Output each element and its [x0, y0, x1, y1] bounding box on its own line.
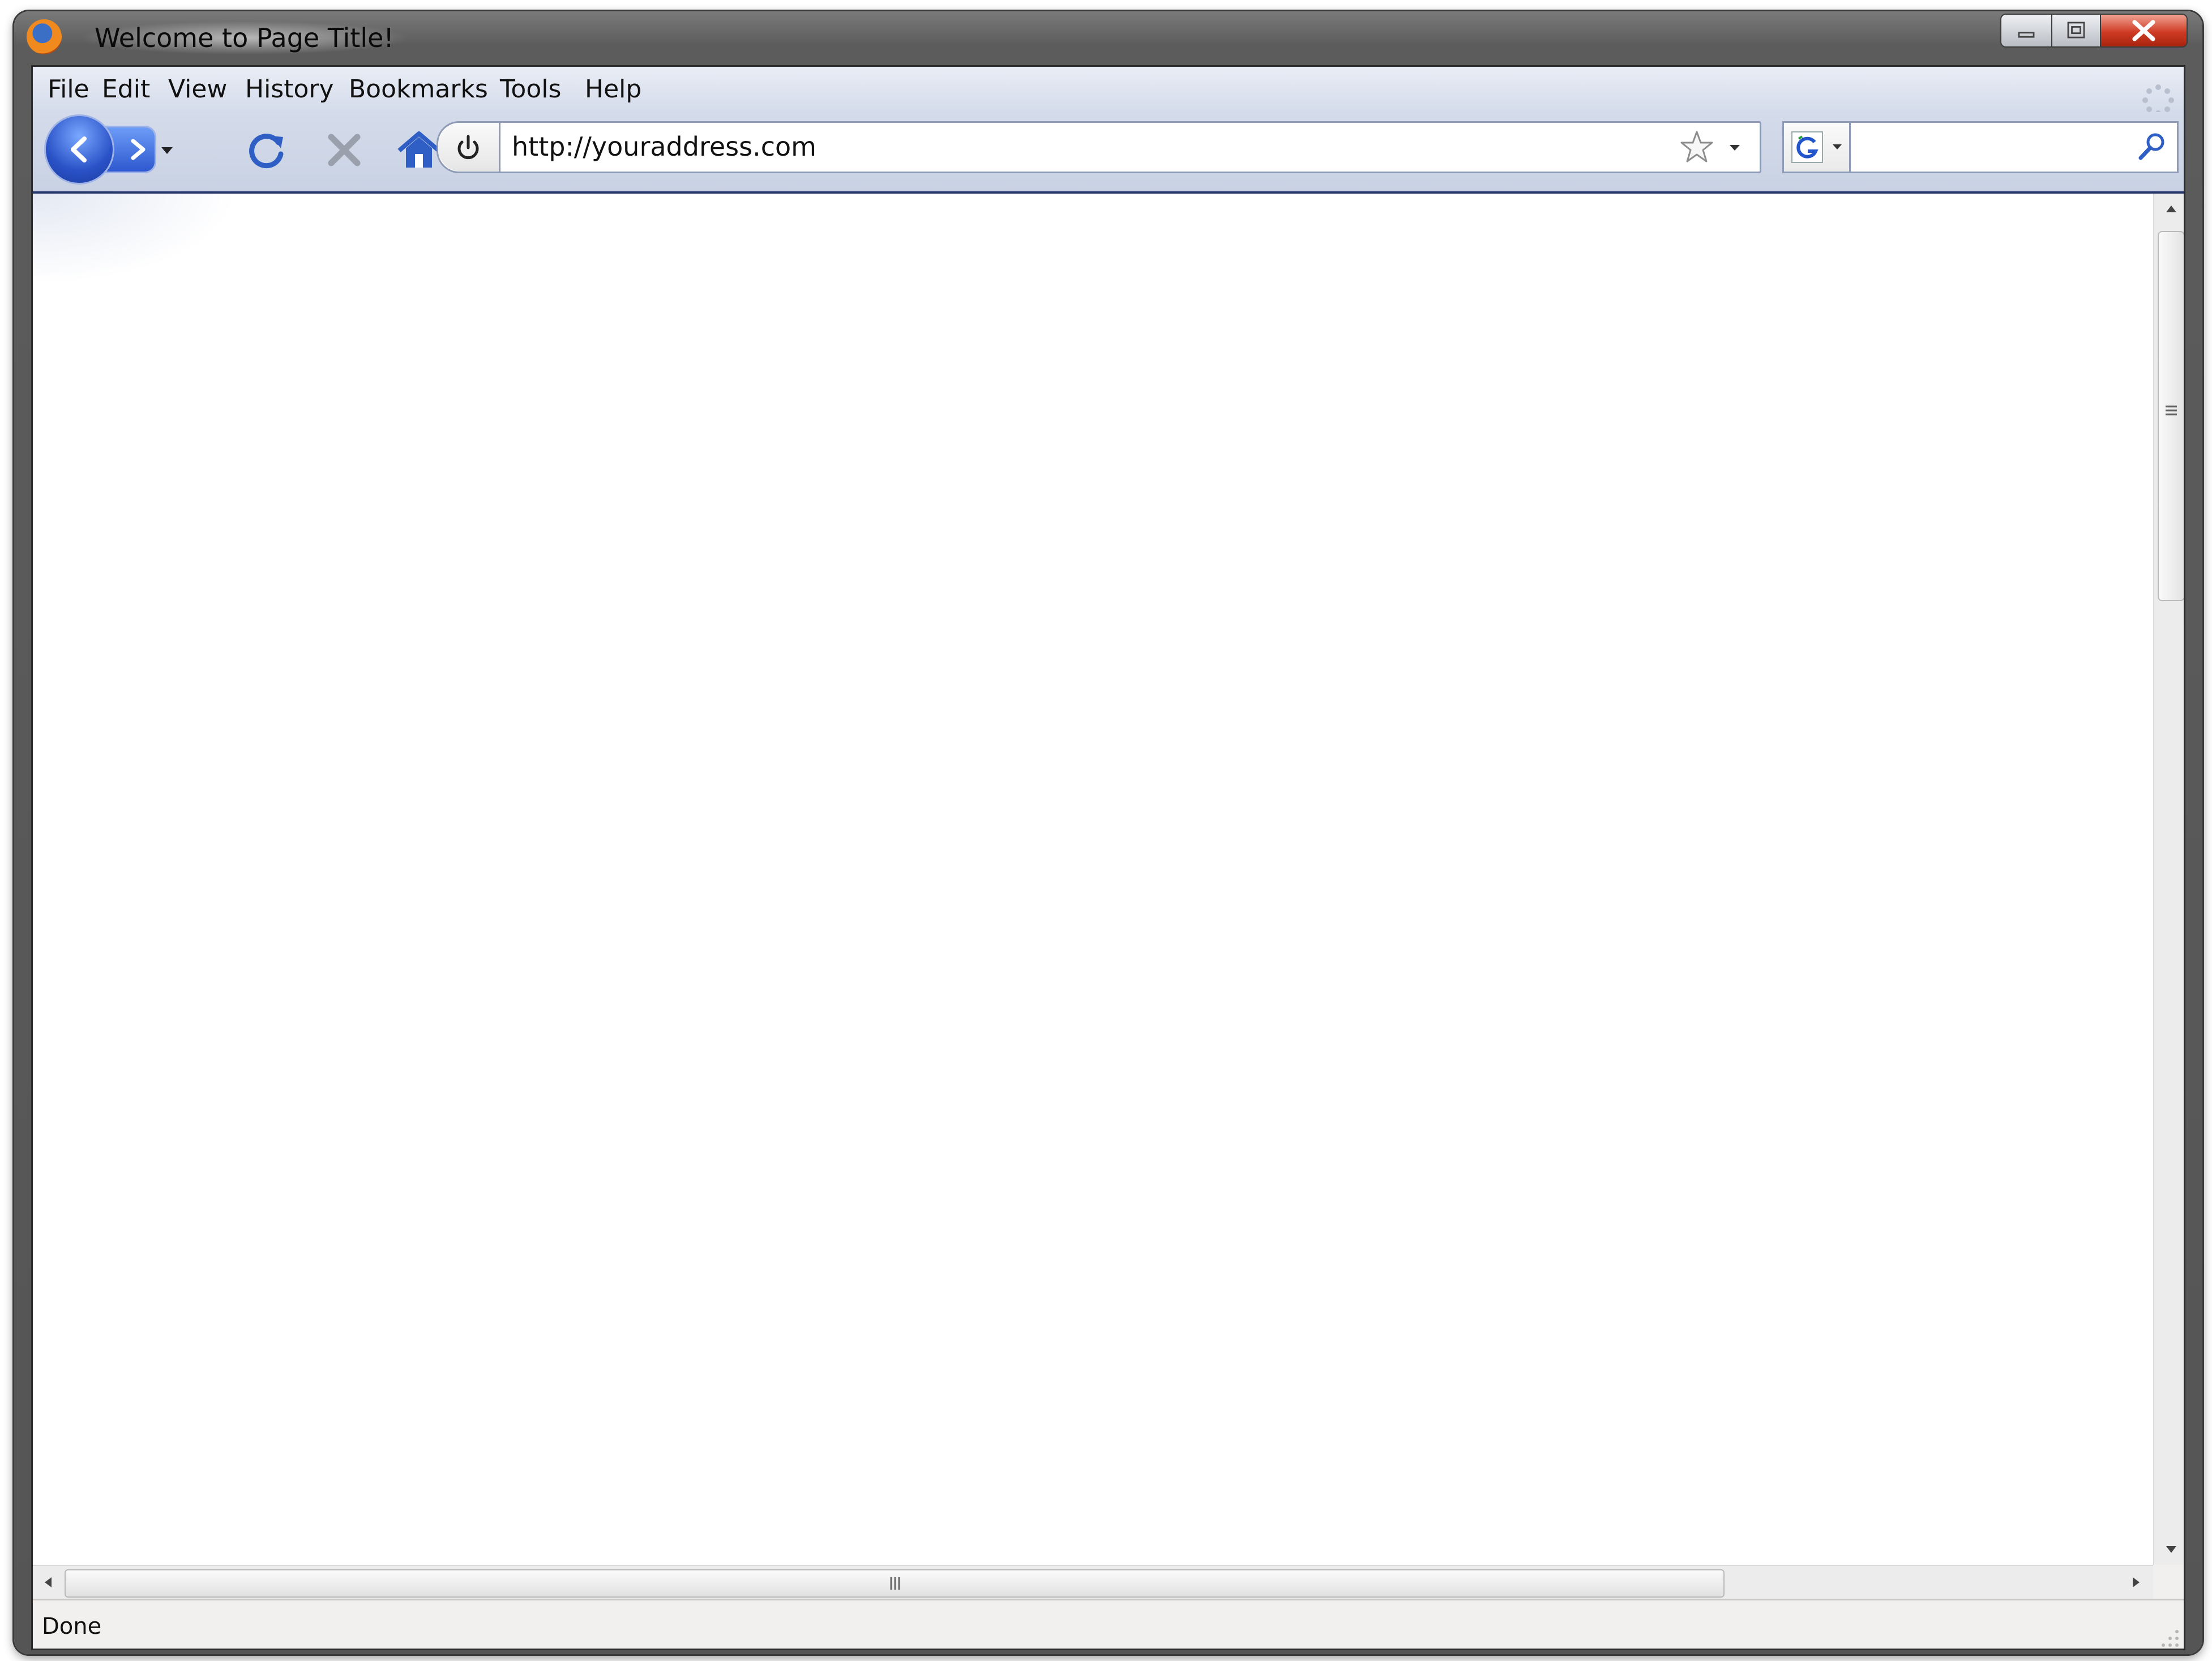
- menu-bookmarks[interactable]: Bookmarks: [349, 75, 488, 104]
- scroll-right-icon[interactable]: [2128, 1574, 2145, 1591]
- search-engine-button[interactable]: [1784, 123, 1851, 172]
- navigation-toolbar: http://youraddress.com: [33, 112, 2184, 194]
- bookmark-star-icon[interactable]: [1678, 129, 1715, 166]
- url-input[interactable]: http://youraddress.com: [512, 130, 816, 164]
- close-button[interactable]: [2100, 14, 2188, 48]
- menu-file[interactable]: File: [48, 75, 89, 104]
- stop-icon[interactable]: [319, 125, 370, 175]
- scroll-left-icon[interactable]: [40, 1574, 57, 1591]
- content-glow: [33, 194, 237, 284]
- menu-bar: File Edit View History Bookmarks Tools H…: [33, 67, 2184, 116]
- vertical-scroll-thumb[interactable]: [2158, 231, 2184, 601]
- grip-icon: [890, 1577, 900, 1590]
- browser-window: Welcome to Page Title! File Edit View Hi…: [14, 11, 2202, 1654]
- vertical-scrollbar[interactable]: [2153, 194, 2184, 1565]
- grip-icon: [2166, 405, 2177, 416]
- site-identity-icon: [457, 135, 479, 160]
- history-dropdown-icon[interactable]: [159, 142, 176, 159]
- menu-tools[interactable]: Tools: [500, 75, 561, 104]
- page-content[interactable]: [33, 194, 2153, 1565]
- horizontal-scroll-thumb[interactable]: [65, 1569, 1725, 1598]
- site-identity-button[interactable]: [438, 123, 500, 172]
- engine-dropdown-icon: [1833, 144, 1842, 149]
- window-title: Welcome to Page Title!: [83, 22, 405, 54]
- reload-icon[interactable]: [242, 125, 293, 175]
- resize-grip-icon[interactable]: [2157, 1625, 2180, 1649]
- url-bar[interactable]: http://youraddress.com: [437, 121, 1761, 173]
- search-bar[interactable]: [1782, 121, 2179, 173]
- horizontal-scrollbar[interactable]: [33, 1565, 2153, 1599]
- back-button[interactable]: [44, 114, 114, 185]
- title-bar[interactable]: Welcome to Page Title!: [14, 11, 2202, 65]
- back-icon: [71, 136, 87, 162]
- menu-help[interactable]: Help: [585, 75, 641, 104]
- menu-view[interactable]: View: [168, 75, 227, 104]
- scrollbar-corner: [2153, 1565, 2184, 1599]
- maximize-icon: [2067, 22, 2085, 38]
- firefox-icon[interactable]: [27, 19, 62, 54]
- browser-chrome: File Edit View History Bookmarks Tools H…: [31, 65, 2185, 1650]
- scroll-down-icon[interactable]: [2163, 1541, 2180, 1558]
- maximize-button[interactable]: [2051, 14, 2101, 48]
- close-icon: [2132, 20, 2155, 41]
- scroll-up-icon[interactable]: [2163, 200, 2180, 217]
- magnifier-icon[interactable]: [2136, 131, 2168, 162]
- status-text: Done: [42, 1613, 102, 1639]
- menu-history[interactable]: History: [245, 75, 334, 104]
- forward-icon: [131, 139, 146, 160]
- status-bar: Done: [33, 1599, 2184, 1649]
- menu-edit[interactable]: Edit: [102, 75, 150, 104]
- search-input[interactable]: [1858, 129, 2132, 167]
- google-icon: [1791, 131, 1823, 163]
- minimize-button[interactable]: [2000, 14, 2052, 48]
- url-dropdown-icon[interactable]: [1726, 139, 1743, 156]
- minimize-icon: [2018, 32, 2035, 38]
